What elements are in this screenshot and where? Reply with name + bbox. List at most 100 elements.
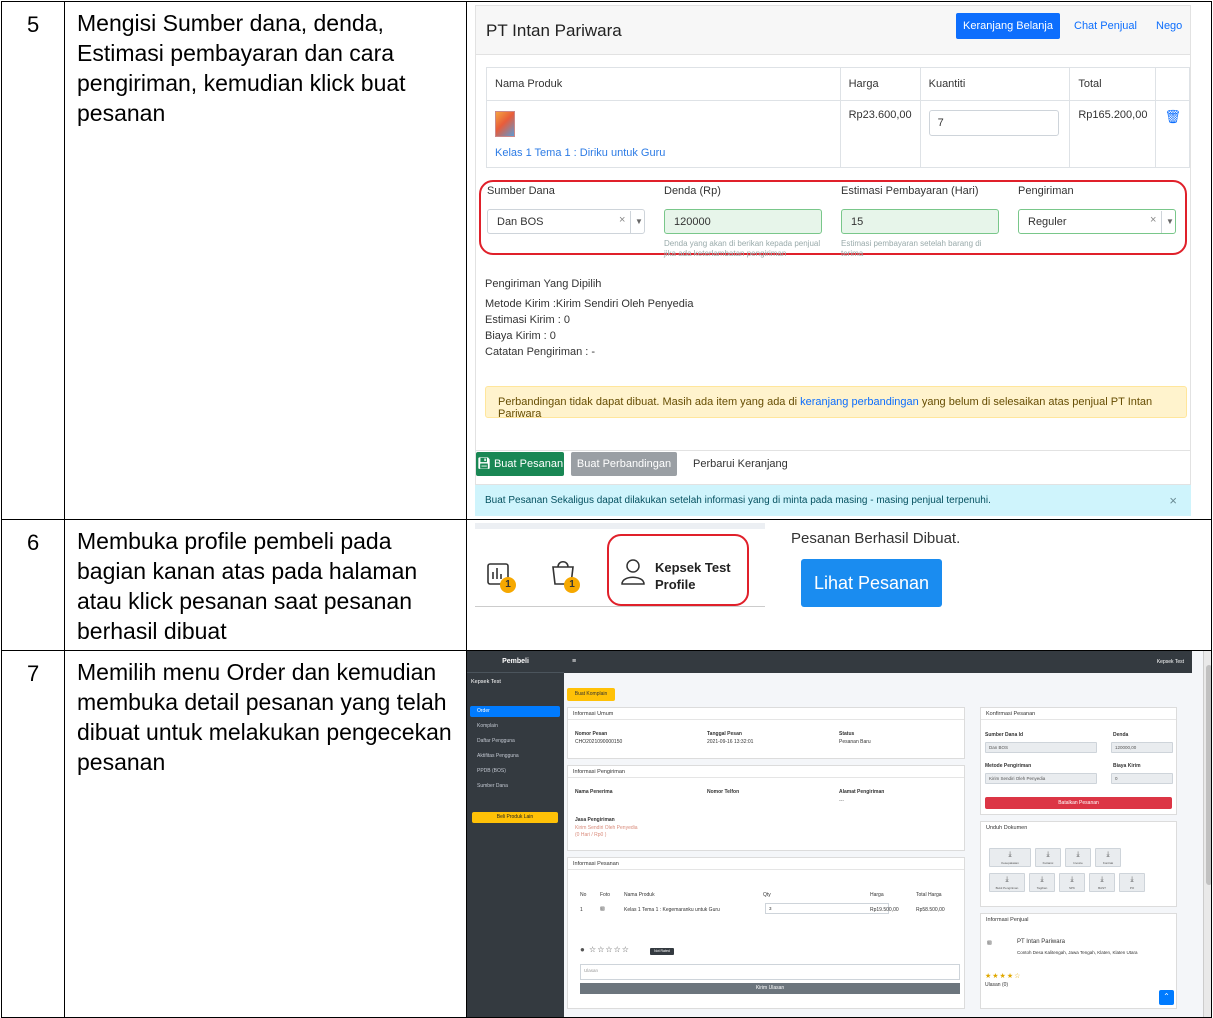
product-thumbnail[interactable]: [495, 111, 515, 137]
seller-name[interactable]: PT Intan Pariwara: [1017, 939, 1065, 945]
sidebar-item-aktifitas[interactable]: Aktifitas Pengguna: [470, 751, 560, 762]
step-description: Memilih menu Order dan kemudian membuka …: [64, 650, 467, 1018]
chat-seller-link[interactable]: Chat Penjual: [1074, 20, 1137, 32]
scroll-top-icon[interactable]: ⌃: [1159, 990, 1174, 1005]
kirim-ulasan-button[interactable]: Kirim Ulasan: [580, 983, 960, 994]
card-title: Informasi Pesanan: [568, 858, 964, 870]
seller-title: PT Intan Pariwara: [486, 21, 622, 40]
sidebar-item-komplain[interactable]: Komplain: [470, 721, 560, 732]
chevron-down-icon[interactable]: ▼: [635, 217, 643, 226]
sidebar: Pembeli Kepsek Test Order Komplain Dafta…: [467, 651, 564, 1017]
lihat-pesanan-button[interactable]: Lihat Pesanan: [801, 559, 942, 607]
download-invoice-button[interactable]: ⤓ Invoice: [1065, 848, 1091, 867]
seller-card-header: PT Intan Pariwara Keranjang Belanja Chat…: [475, 5, 1191, 55]
cart-button[interactable]: Keranjang Belanja: [956, 13, 1060, 39]
sidebar-item-order[interactable]: Order: [470, 706, 560, 717]
metode-field[interactable]: Kirim Sendiri Oleh Penyedia: [985, 773, 1097, 784]
ulasan-input[interactable]: Ulasan: [580, 964, 960, 980]
bag-badge: 1: [564, 577, 580, 593]
profile-link[interactable]: Profile: [655, 577, 695, 592]
col-harga: Harga: [839, 67, 921, 101]
denda-input[interactable]: 120000: [664, 209, 822, 234]
info-umum-card: Informasi Umum: [567, 707, 965, 759]
batalkan-pesanan-button[interactable]: Batalkan Pesanan: [985, 797, 1172, 809]
topbar: ≡ Kepsek Test: [564, 651, 1192, 673]
col-total: Total: [1069, 67, 1157, 101]
profile-name[interactable]: Kepsek Test: [655, 560, 731, 575]
seller-address: Contoh Desa Kalitengah, Jawa Tengah, Kla…: [1017, 950, 1138, 955]
beli-produk-button[interactable]: Beli Produk Lain: [472, 812, 558, 823]
product-name-link[interactable]: Kelas 1 Tema 1 : Diriku untuk Guru: [495, 147, 832, 159]
quantity-input[interactable]: 7: [928, 110, 1059, 136]
shipping-note: Catatan Pengiriman : -: [485, 346, 596, 358]
download-bukti-pengiriman-button[interactable]: ⤓ Bukti Pengiriman: [989, 873, 1025, 892]
image-icon[interactable]: ▧: [600, 906, 605, 912]
shipping-cost: Biaya Kirim : 0: [485, 330, 556, 342]
perbarui-keranjang-button[interactable]: Perbarui Keranjang: [693, 458, 788, 470]
success-message: Pesanan Berhasil Dibuat.: [791, 530, 961, 547]
download-kuitansi-button[interactable]: ⤓ Kuitansi: [1035, 848, 1061, 867]
step-number: 7: [1, 650, 65, 1018]
sidebar-item-sumber-dana[interactable]: Sumber Dana: [470, 781, 560, 792]
download-spk-button[interactable]: ⤓ SPK: [1059, 873, 1085, 892]
buat-komplain-button[interactable]: Buat Komplain: [567, 688, 615, 701]
step-description: Membuka profile pembeli pada bagian kana…: [64, 519, 467, 651]
biaya-field[interactable]: 0: [1111, 773, 1173, 784]
denda-label: Denda (Rp): [664, 185, 721, 197]
buat-perbandingan-button[interactable]: Buat Perbandingan: [571, 452, 677, 476]
card-title: Informasi Penjual: [986, 917, 1029, 923]
user-icon[interactable]: [620, 558, 646, 585]
shipping-estimate: Estimasi Kirim : 0: [485, 314, 570, 326]
sumber-dana-label: Sumber Dana: [487, 185, 555, 197]
col-nama-produk: Nama Produk: [486, 67, 841, 101]
step-number: 6: [1, 519, 65, 651]
denda-help: Denda yang akan di berikan kepada penjua…: [664, 239, 821, 258]
sidebar-item-ppdb[interactable]: PPDB (BOS): [470, 766, 560, 777]
nego-link[interactable]: Nego: [1156, 20, 1182, 32]
product-price: Rp23.600,00: [839, 100, 921, 168]
denda-field[interactable]: 120000,00: [1111, 742, 1173, 753]
info-pengiriman-card: Informasi Pengiriman: [567, 765, 965, 851]
menu-icon[interactable]: ≡: [572, 658, 576, 665]
estimasi-input[interactable]: 15: [841, 209, 999, 234]
info-alert: Buat Pesanan Sekaligus dapat dilakukan s…: [475, 485, 1191, 516]
seller-ulasan[interactable]: Ulasan (0): [985, 982, 1008, 988]
close-icon[interactable]: ×: [1169, 493, 1177, 508]
shipping-info: Pengiriman Yang Dipilih Metode Kirim :Ki…: [485, 276, 693, 360]
card-title: Informasi Pengiriman: [568, 766, 964, 778]
trash-icon[interactable]: 🗑: [1164, 109, 1181, 124]
scrollbar[interactable]: [1203, 651, 1211, 1017]
sumber-dana-field[interactable]: Dan BOS: [985, 742, 1097, 753]
chart-badge: 1: [500, 577, 516, 593]
product-table: Nama Produk Harga Kuantiti Total Kelas 1…: [486, 67, 1190, 168]
estimasi-help: Estimasi pembayaran setelah barang di te…: [841, 239, 982, 258]
table-row: Kelas 1 Tema 1 : Diriku untuk Guru Rp23.…: [486, 100, 1190, 168]
card-title: Konfirmasi Pesanan: [981, 708, 1176, 720]
product-name[interactable]: Kelas 1 Tema 1 : Kegemaranku untuk Guru: [624, 907, 720, 913]
download-kontrak-button[interactable]: ⤓ Kontrak: [1095, 848, 1121, 867]
download-kesepakatan-button[interactable]: ⤓ Kesepakatan: [989, 848, 1031, 867]
clear-icon[interactable]: ×: [1150, 214, 1156, 226]
card-title: Unduh Dokumen: [986, 825, 1028, 831]
download-tagihan-button[interactable]: ⤓ Tagihan: [1029, 873, 1055, 892]
download-bast-button[interactable]: ⤓ BAST: [1089, 873, 1115, 892]
step-number: 5: [1, 1, 65, 520]
clear-icon[interactable]: ×: [619, 214, 625, 226]
chevron-down-icon[interactable]: ▼: [1166, 217, 1174, 226]
brand: Pembeli: [467, 652, 564, 673]
image-icon: ▧: [987, 940, 992, 946]
screenshot-profile: 1 1 Kepsek Test Profile Pesanan Berhasil…: [466, 519, 1212, 651]
buat-pesanan-button[interactable]: 💾︎ Buat Pesanan: [476, 452, 564, 476]
comparison-cart-link[interactable]: keranjang perbandingan: [800, 396, 919, 408]
document-table: 5 Mengisi Sumber dana, denda, Estimasi p…: [1, 1, 1212, 1018]
penjual-card: Informasi Penjual: [980, 913, 1177, 1009]
download-po-button[interactable]: ⤓ PO: [1119, 873, 1145, 892]
screenshot-order-detail: Pembeli Kepsek Test Order Komplain Dafta…: [466, 650, 1212, 1018]
topbar-user[interactable]: Kepsek Test: [1157, 659, 1184, 665]
step-row-5: 5 Mengisi Sumber dana, denda, Estimasi p…: [1, 1, 1212, 520]
estimasi-label: Estimasi Pembayaran (Hari): [841, 185, 979, 197]
sidebar-item-daftar-pengguna[interactable]: Daftar Pengguna: [470, 736, 560, 747]
sidebar-user[interactable]: Kepsek Test: [471, 679, 501, 685]
rating-stars-icon[interactable]: ● ☆☆☆☆☆: [580, 945, 630, 954]
shipping-title: Pengiriman Yang Dipilih: [485, 278, 602, 290]
